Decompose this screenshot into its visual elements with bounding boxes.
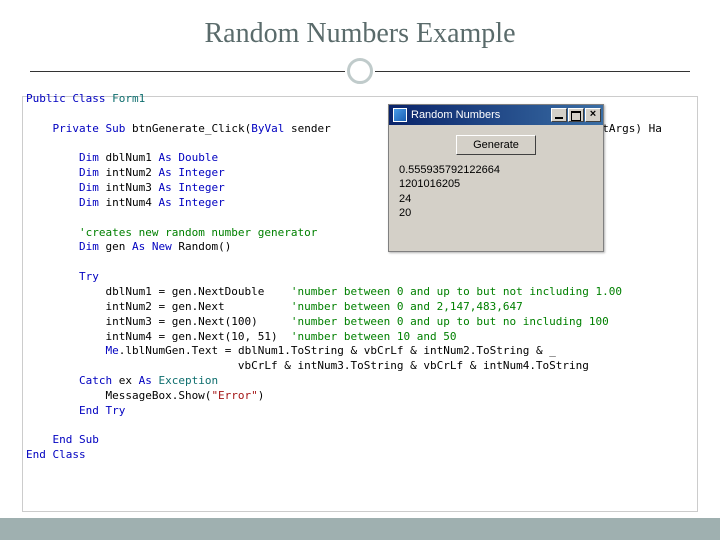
type-double: Double [178,151,218,164]
kw-dim: Dim [79,151,99,164]
code-text: dblNum1 = gen.NextDouble [26,285,291,298]
code-area: Public Class Form1 Private Sub btnGenera… [0,84,720,463]
kw-end: End [79,404,99,417]
kw-me: Me [105,344,118,357]
kw-catch: Catch [79,374,112,387]
code-text: gen [99,240,132,253]
code-text: sender [284,122,337,135]
app-window: Random Numbers × Generate 0.555935792122… [388,104,604,252]
code-text: intNum3 [99,181,159,194]
slide-footer [0,518,720,540]
code-text: ) [258,389,265,402]
minimize-button[interactable] [551,108,567,122]
kw-dim: Dim [79,240,99,253]
kw-end: End [53,433,73,446]
code-text: intNum2 = gen.Next [26,300,291,313]
string-literal: "Error" [211,389,257,402]
output-label: 0.555935792122664 1201016205 24 20 [397,163,595,220]
type-exception: Exception [158,374,218,387]
code-text: intNum3 = gen.Next(100) [26,315,291,328]
kw-as: As [158,151,171,164]
output-line-2: 1201016205 [399,177,595,191]
kw-as: As [139,374,152,387]
output-line-1: 0.555935792122664 [399,163,595,177]
output-line-3: 24 [399,192,595,206]
window-titlebar[interactable]: Random Numbers × [389,105,603,125]
kw-as: As [158,181,171,194]
kw-sub: Sub [79,433,99,446]
type-form1: Form1 [112,92,145,105]
kw-dim: Dim [79,196,99,209]
code-text: intNum4 [99,196,159,209]
kw-try: Try [105,404,125,417]
comment: 'number between 10 and 50 [291,330,457,343]
code-text: Random() [172,240,232,253]
code-text: vbCrLf & intNum3.ToString & vbCrLf & int… [26,359,589,372]
kw-dim: Dim [79,181,99,194]
code-text: btnGenerate_Click( [125,122,251,135]
code-text: ex [112,374,139,387]
app-icon [393,108,407,122]
divider-line-left [30,71,345,72]
slide-title: Random Numbers Example [0,0,720,58]
kw-as: As [158,166,171,179]
title-divider [0,58,720,84]
kw-as: As [132,240,145,253]
kw-class: Class [53,448,86,461]
divider-line-right [375,71,690,72]
code-text: .lblNumGen.Text = dblNum1.ToString & vbC… [119,344,556,357]
comment: 'number between 0 and up to but not incl… [291,285,622,298]
kw-end: End [26,448,46,461]
kw-byval: ByVal [251,122,284,135]
window-body: Generate 0.555935792122664 1201016205 24… [389,125,603,228]
output-line-4: 20 [399,206,595,220]
kw-new: New [152,240,172,253]
kw-dim: Dim [79,166,99,179]
kw-as: As [158,196,171,209]
type-integer: Integer [178,181,224,194]
code-text: intNum2 [99,166,159,179]
code-text: dblNum1 [99,151,159,164]
code-text: MessageBox.Show( [26,389,211,402]
close-button[interactable]: × [585,108,601,122]
window-controls: × [551,108,601,122]
kw-public: Public [26,92,66,105]
kw-private: Private [53,122,99,135]
comment: 'creates new random number generator [79,226,317,239]
maximize-button[interactable] [568,108,584,122]
kw-sub: Sub [105,122,125,135]
type-integer: Integer [178,166,224,179]
generate-button[interactable]: Generate [456,135,536,155]
kw-class: Class [72,92,105,105]
window-title: Random Numbers [411,109,551,121]
comment: 'number between 0 and 2,147,483,647 [291,300,523,313]
type-integer: Integer [178,196,224,209]
divider-circle-icon [347,58,373,84]
comment: 'number between 0 and up to but no inclu… [291,315,609,328]
code-text: intNum4 = gen.Next(10, 51) [26,330,291,343]
kw-try: Try [79,270,99,283]
